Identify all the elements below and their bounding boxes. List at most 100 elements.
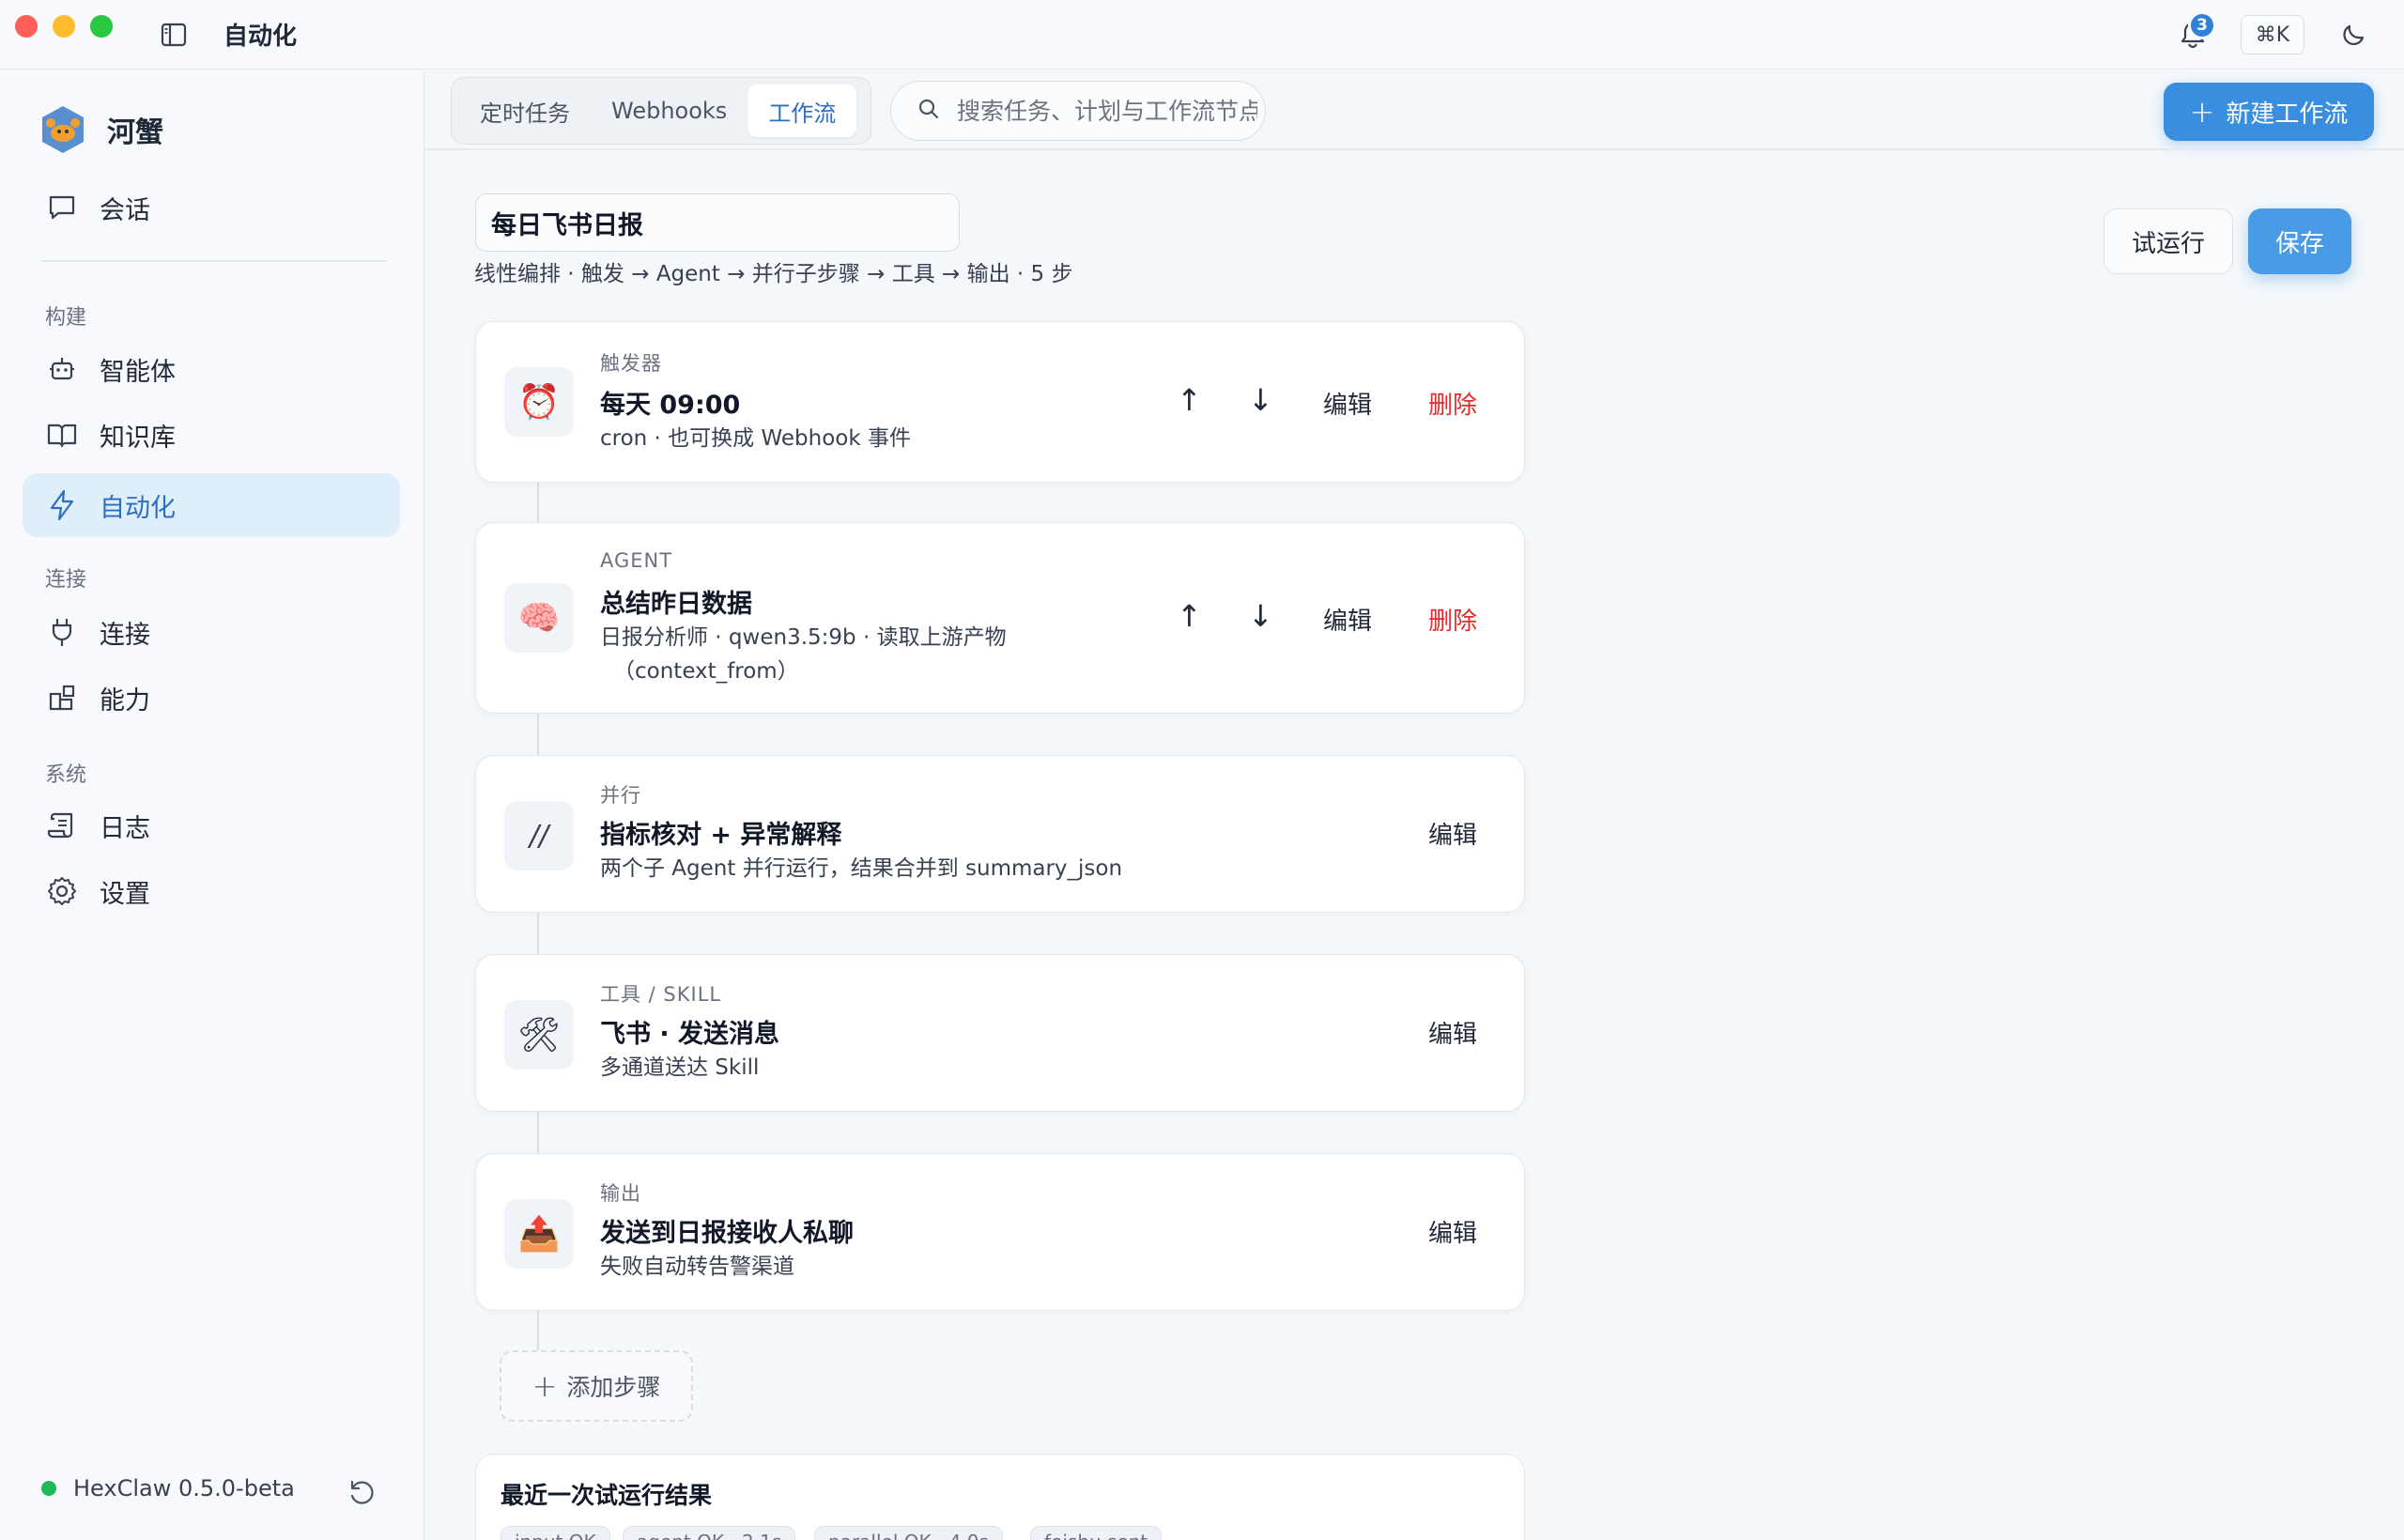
edit-button[interactable]: 编辑 xyxy=(1323,386,1372,421)
sidebar-item-label: 会话 xyxy=(100,195,150,225)
step-connector xyxy=(537,1311,539,1350)
brain-icon: 🧠 xyxy=(504,583,574,653)
theme-toggle-moon-icon[interactable] xyxy=(2338,19,2372,53)
plus-icon: + xyxy=(532,1368,558,1404)
result-chip: feishu sent xyxy=(1030,1526,1163,1540)
plus-icon: + xyxy=(2189,94,2215,130)
tab-workflows[interactable]: 工作流 xyxy=(747,85,857,137)
chat-bubble-icon xyxy=(45,191,79,224)
new-workflow-button[interactable]: + 新建工作流 xyxy=(2164,83,2374,141)
move-up-button[interactable]: ↑ xyxy=(1177,382,1202,418)
sidebar-item-label: 能力 xyxy=(100,685,150,716)
sidebar-toggle-icon[interactable] xyxy=(158,21,190,49)
edit-button[interactable]: 编辑 xyxy=(1428,1015,1477,1050)
step-desc: 失败自动转告警渠道 xyxy=(600,1255,794,1279)
tools-icon: 🛠 xyxy=(504,1000,574,1070)
step-desc-continued: （context_from） xyxy=(613,659,799,684)
alarm-clock-icon: ⏰ xyxy=(504,367,574,437)
edit-button[interactable]: 编辑 xyxy=(1323,602,1372,637)
sidebar-item-label: 智能体 xyxy=(100,357,176,387)
sidebar-item-automation[interactable]: 自动化 xyxy=(23,473,400,537)
move-down-button[interactable]: ↓ xyxy=(1248,598,1273,634)
step-connector xyxy=(537,483,539,522)
sidebar-item-chat[interactable]: 会话 xyxy=(23,176,400,239)
version-text: HexClaw 0.5.0-beta xyxy=(73,1475,295,1502)
edit-button[interactable]: 编辑 xyxy=(1428,816,1477,851)
trial-result-card: 最近一次试运行结果 input OK agent OK · 2.1s paral… xyxy=(475,1454,1525,1540)
zoom-window-button[interactable] xyxy=(90,15,113,38)
blocks-icon xyxy=(45,681,79,715)
step-desc: 日报分析师 · qwen3.5:9b · 读取上游产物 xyxy=(600,625,1007,650)
search-input[interactable] xyxy=(957,97,1257,125)
tab-webhooks[interactable]: Webhooks xyxy=(591,85,747,137)
brand[interactable]: 河蟹 xyxy=(38,104,163,155)
workflow-step-trigger[interactable]: ⏰ 触发器 每天 09:00 cron · 也可换成 Webhook 事件 ↑ … xyxy=(475,321,1525,483)
sidebar-item-label: 设置 xyxy=(100,879,150,909)
sidebar: 河蟹 会话 构建 智能体 知识库 自动化 连接 连接 能力 系统 日志 设置 H… xyxy=(0,70,424,1540)
add-step-button[interactable]: + 添加步骤 xyxy=(500,1350,693,1422)
search-box xyxy=(890,81,1266,141)
step-connector xyxy=(537,714,539,755)
add-step-label: 添加步骤 xyxy=(566,1374,661,1401)
move-down-button[interactable]: ↓ xyxy=(1248,382,1273,418)
delete-button[interactable]: 删除 xyxy=(1428,386,1477,421)
result-chip: input OK xyxy=(501,1526,610,1540)
sidebar-item-capabilities[interactable]: 能力 xyxy=(23,666,400,730)
step-kind: AGENT xyxy=(600,549,673,572)
scroll-log-icon xyxy=(45,808,79,842)
step-title: 发送到日报接收人私聊 xyxy=(600,1219,854,1248)
workflow-step-parallel[interactable]: // 并行 指标核对 + 异常解释 两个子 Agent 并行运行，结果合并到 s… xyxy=(475,755,1525,913)
result-chip: parallel OK · 4.0s xyxy=(814,1526,1003,1540)
workflow-name-input[interactable] xyxy=(475,193,960,252)
parallel-icon: // xyxy=(504,801,574,870)
sidebar-section-connect: 连接 xyxy=(45,568,87,592)
result-chip: agent OK · 2.1s xyxy=(623,1526,796,1540)
step-title: 每天 09:00 xyxy=(600,391,741,420)
sidebar-item-agents[interactable]: 智能体 xyxy=(23,337,400,401)
title-bar: 自动化 3 ⌘K xyxy=(0,0,2404,69)
step-kind: 并行 xyxy=(600,784,641,807)
tab-scheduled[interactable]: 定时任务 xyxy=(459,85,591,137)
edit-button[interactable]: 编辑 xyxy=(1428,1214,1477,1249)
new-workflow-label: 新建工作流 xyxy=(2226,100,2349,129)
close-window-button[interactable] xyxy=(15,15,38,38)
status-dot xyxy=(41,1481,56,1496)
sidebar-item-connections[interactable]: 连接 xyxy=(23,600,400,664)
step-kind: 输出 xyxy=(600,1182,641,1205)
workflow-step-output[interactable]: 📤 输出 发送到日报接收人私聊 失败自动转告警渠道 编辑 xyxy=(475,1153,1525,1311)
workflow-meta: 线性编排 · 触发 → Agent → 并行子步骤 → 工具 → 输出 · 5 … xyxy=(474,262,1073,286)
step-kind: 工具 / SKILL xyxy=(600,983,722,1006)
gear-icon xyxy=(45,874,79,908)
sidebar-section-build: 构建 xyxy=(45,306,87,330)
sidebar-item-knowledge[interactable]: 知识库 xyxy=(23,403,400,467)
step-title: 飞书 · 发送消息 xyxy=(600,1020,780,1049)
sidebar-item-logs[interactable]: 日志 xyxy=(23,793,400,857)
toolbar-divider xyxy=(424,148,2404,150)
step-title: 指标核对 + 异常解释 xyxy=(600,821,842,850)
workflow-step-tool[interactable]: 🛠 工具 / SKILL 飞书 · 发送消息 多通道送达 Skill 编辑 xyxy=(475,954,1525,1112)
sidebar-section-system: 系统 xyxy=(45,763,87,787)
crab-logo-icon xyxy=(42,106,84,153)
step-kind: 触发器 xyxy=(600,352,662,375)
outbox-icon: 📤 xyxy=(504,1199,574,1269)
result-title: 最近一次试运行结果 xyxy=(501,1482,713,1509)
move-up-button[interactable]: ↑ xyxy=(1177,598,1202,634)
sidebar-item-label: 日志 xyxy=(100,813,150,843)
workflow-step-agent[interactable]: 🧠 AGENT 总结昨日数据 日报分析师 · qwen3.5:9b · 读取上游… xyxy=(475,522,1525,714)
automation-tabs: 定时任务 Webhooks 工作流 xyxy=(451,77,871,145)
delete-button[interactable]: 删除 xyxy=(1428,602,1477,637)
version-info: HexClaw 0.5.0-beta xyxy=(41,1475,295,1502)
step-title: 总结昨日数据 xyxy=(600,590,752,619)
sidebar-divider xyxy=(41,260,387,262)
save-button[interactable]: 保存 xyxy=(2248,208,2351,274)
brand-name: 河蟹 xyxy=(107,116,163,149)
sidebar-item-label: 连接 xyxy=(100,620,150,650)
step-desc: cron · 也可换成 Webhook 事件 xyxy=(600,426,911,451)
minimize-window-button[interactable] xyxy=(53,15,75,38)
sidebar-item-label: 自动化 xyxy=(100,493,176,523)
refresh-icon[interactable] xyxy=(347,1479,379,1511)
command-palette-button[interactable]: ⌘K xyxy=(2241,15,2304,54)
search-icon xyxy=(917,98,940,124)
trial-run-button[interactable]: 试运行 xyxy=(2104,208,2233,274)
sidebar-item-settings[interactable]: 设置 xyxy=(23,859,400,923)
